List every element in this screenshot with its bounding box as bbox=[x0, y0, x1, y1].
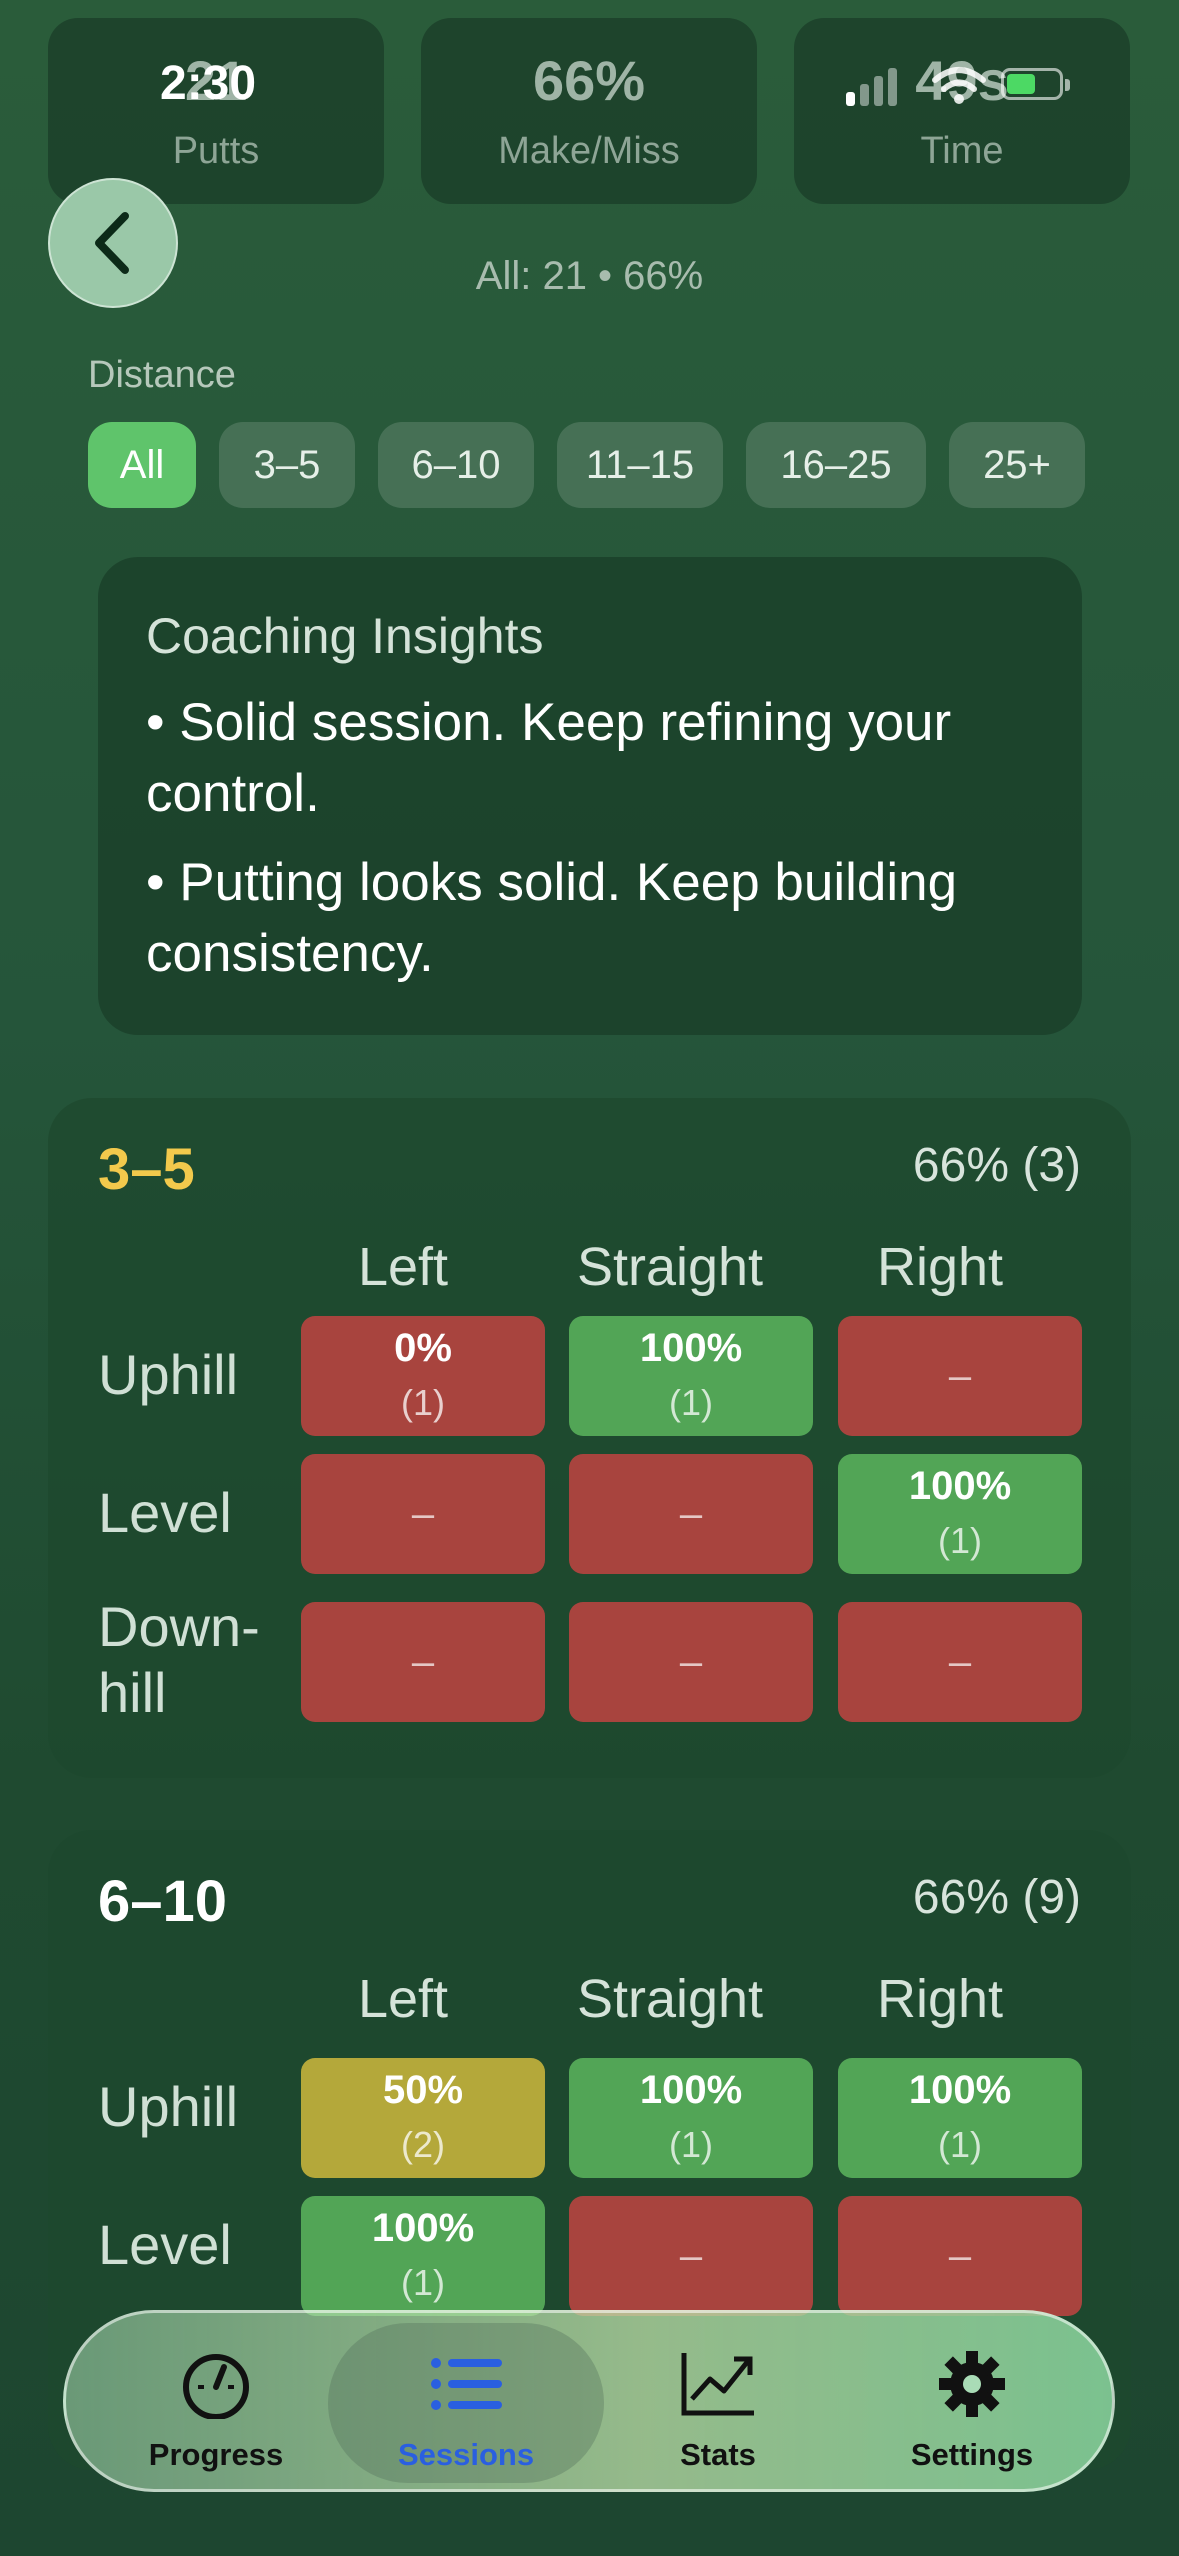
insights-title: Coaching Insights bbox=[146, 608, 544, 664]
distance-chip-all[interactable]: All bbox=[88, 422, 196, 508]
distance-chip-16-25[interactable]: 16–25 bbox=[746, 422, 926, 508]
section-summary: 66% (3) bbox=[912, 1139, 1081, 1192]
distance-chip-6-10[interactable]: 6–10 bbox=[378, 422, 534, 508]
session-subtitle: All: 21 • 66% bbox=[475, 254, 704, 298]
grid-cell[interactable]: – bbox=[569, 2196, 813, 2316]
tab-settings[interactable]: Settings bbox=[852, 2313, 1092, 2489]
grid-cell[interactable]: 0% (1) bbox=[301, 1316, 545, 1436]
signal-icon bbox=[846, 92, 855, 106]
insight-item: • Solid session. Keep refining your cont… bbox=[146, 693, 952, 823]
battery-icon bbox=[1001, 68, 1063, 100]
insight-item: • Putting looks solid. Keep building con… bbox=[146, 853, 958, 983]
column-header-straight: Straight bbox=[576, 1969, 764, 2029]
grid-cell[interactable]: – bbox=[569, 1454, 813, 1574]
row-label-downhill: Down-hill bbox=[98, 1595, 260, 1724]
section-title: 3–5 bbox=[98, 1137, 195, 1202]
status-icons bbox=[846, 60, 1086, 110]
row-label-level: Level bbox=[98, 1481, 232, 1544]
section-summary: 66% (9) bbox=[912, 1871, 1081, 1924]
gear-icon bbox=[939, 2351, 1005, 2417]
grid-cell[interactable]: – bbox=[301, 1602, 545, 1722]
list-icon bbox=[431, 2358, 502, 2410]
grid-cell[interactable]: 100% (1) bbox=[569, 2058, 813, 2178]
tab-sessions[interactable]: Sessions bbox=[328, 2323, 604, 2483]
row-label-uphill: Uphill bbox=[98, 1343, 239, 1406]
grid-cell[interactable]: – bbox=[838, 1316, 1082, 1436]
tab-label: Progress bbox=[148, 2437, 284, 2472]
grid-cell[interactable]: 100% (1) bbox=[569, 1316, 813, 1436]
chart-icon bbox=[681, 2353, 754, 2416]
grid-cell[interactable]: – bbox=[838, 2196, 1082, 2316]
distance-filter: All 3–5 6–10 11–15 16–25 25+ bbox=[88, 422, 1085, 508]
grid-cell[interactable]: – bbox=[838, 1602, 1082, 1722]
make-miss-card: 66% Make/Miss bbox=[421, 18, 757, 204]
tab-label: Sessions bbox=[397, 2437, 535, 2472]
grid-cell[interactable]: 100% (1) bbox=[838, 2058, 1082, 2178]
tab-bar: Progress Sessions Stats Settings bbox=[63, 2310, 1115, 2492]
column-header-left: Left bbox=[357, 1969, 449, 2029]
grid-cell[interactable]: – bbox=[569, 1602, 813, 1722]
tab-progress[interactable]: Progress bbox=[96, 2313, 336, 2489]
column-header-right: Right bbox=[876, 1237, 1004, 1297]
distance-chip-3-5[interactable]: 3–5 bbox=[219, 422, 355, 508]
distance-section-3-5: 3–5 66% (3) Left Straight Right Uphill L… bbox=[48, 1098, 1131, 1778]
wifi-icon bbox=[932, 67, 986, 104]
time-label: Time bbox=[920, 130, 1004, 172]
grid-cell[interactable]: 100% (1) bbox=[838, 1454, 1082, 1574]
coaching-insights-card: Coaching Insights • Solid session. Keep … bbox=[98, 557, 1082, 1035]
gauge-icon bbox=[183, 2354, 249, 2419]
row-label-uphill: Uphill bbox=[98, 2075, 239, 2138]
column-header-right: Right bbox=[876, 1969, 1004, 2029]
make-miss-value: 66% bbox=[532, 49, 646, 112]
grid-cell[interactable]: – bbox=[301, 1454, 545, 1574]
putts-label: Putts bbox=[172, 130, 260, 172]
distance-filter-label: Distance bbox=[88, 354, 236, 396]
status-time: 2:30 bbox=[160, 57, 257, 110]
putts-card: 21 Putts bbox=[48, 18, 384, 204]
column-header-straight: Straight bbox=[576, 1237, 764, 1297]
time-card: 49s Time bbox=[794, 18, 1130, 204]
tab-label: Settings bbox=[910, 2437, 1034, 2472]
tab-stats[interactable]: Stats bbox=[598, 2313, 838, 2489]
column-header-left: Left bbox=[357, 1237, 449, 1297]
grid-cell[interactable]: 100% (1) bbox=[301, 2196, 545, 2316]
tab-label: Stats bbox=[680, 2437, 756, 2472]
make-miss-label: Make/Miss bbox=[498, 130, 680, 172]
row-label-level: Level bbox=[98, 2213, 232, 2276]
distance-chip-11-15[interactable]: 11–15 bbox=[557, 422, 723, 508]
grid-cell[interactable]: 50% (2) bbox=[301, 2058, 545, 2178]
distance-chip-25-plus[interactable]: 25+ bbox=[949, 422, 1085, 508]
section-title: 6–10 bbox=[98, 1869, 228, 1934]
